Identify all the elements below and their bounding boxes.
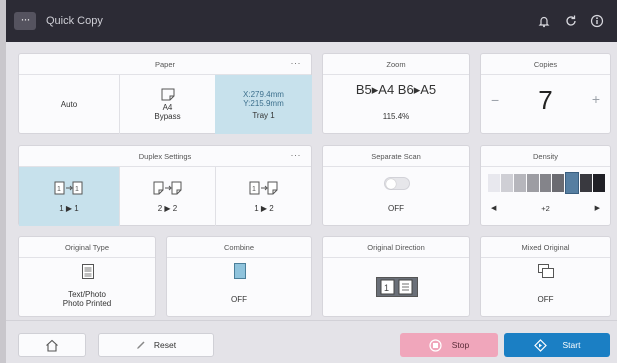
duplex-panel: Duplex Settings ··· 1 1 1 ▶ 1 2 ▶ 2 1 1 … <box>18 145 312 226</box>
density-step[interactable] <box>539 174 552 192</box>
simplex-to-simplex-icon: 1 1 <box>54 181 83 194</box>
mixed-original-title: Mixed Original <box>521 243 570 252</box>
zoom-title: Zoom <box>386 60 406 69</box>
stop-button[interactable]: Stop <box>400 333 498 357</box>
bell-icon[interactable] <box>534 11 554 31</box>
start-icon <box>533 338 547 352</box>
original-type-value: Text/Photo Photo Printed <box>19 290 155 308</box>
original-direction-title: Original Direction <box>367 243 425 252</box>
paper-more-icon[interactable]: ··· <box>291 58 302 68</box>
tray-size-x: X:279.4mm <box>243 89 284 99</box>
paper-title: Paper <box>154 60 175 69</box>
svg-text:1: 1 <box>75 186 79 193</box>
tray-label: Tray 1 <box>252 110 275 120</box>
zoom-ratio-label: B5▸A4 B6▸A5 <box>355 82 437 97</box>
reset-brush-icon <box>136 341 145 349</box>
reset-label: Reset <box>153 340 177 350</box>
duplex-option-1-1[interactable]: 1 1 1 ▶ 1 <box>19 167 119 226</box>
start-label: Start <box>562 340 581 350</box>
copy-screen: ··· Quick Copy Paper ··· Auto A4 Bypass … <box>6 0 617 363</box>
copies-panel: Copies − 7 + <box>480 53 611 134</box>
separate-scan-value: OFF <box>388 204 404 213</box>
simplex-to-duplex-icon: 1 <box>249 181 278 194</box>
stop-icon <box>429 338 442 352</box>
density-step[interactable] <box>565 172 580 194</box>
copies-count[interactable]: 7 <box>481 85 610 116</box>
combine-page-icon <box>234 263 246 284</box>
duplex-option-2-2[interactable]: 2 ▶ 2 <box>120 167 215 226</box>
original-type-line1: Text/Photo <box>68 290 106 299</box>
copies-title: Copies <box>533 60 558 69</box>
combine-value: OFF <box>231 295 247 304</box>
duplex-to-duplex-icon <box>153 181 181 194</box>
paper-auto-option[interactable]: Auto <box>19 75 119 134</box>
info-icon[interactable] <box>587 11 607 31</box>
original-type-line2: Photo Printed <box>62 299 112 308</box>
menu-button[interactable]: ··· <box>14 12 36 30</box>
density-step[interactable] <box>500 174 513 192</box>
separate-scan-title: Separate Scan <box>371 152 421 161</box>
density-step[interactable] <box>580 174 593 192</box>
mixed-original-icon <box>538 264 554 283</box>
title-bar: ··· Quick Copy <box>6 0 617 42</box>
paper-panel: Paper ··· Auto A4 Bypass X:279.4mm Y:215… <box>18 53 312 134</box>
svg-text:1: 1 <box>57 186 61 193</box>
paper-bypass-option[interactable]: A4 Bypass <box>120 75 215 134</box>
density-scale[interactable] <box>488 172 606 194</box>
duplex-option-2-2-label: 2 ▶ 2 <box>157 203 178 213</box>
toggle-knob <box>386 179 396 189</box>
density-title: Density <box>532 152 558 161</box>
separate-scan-toggle[interactable] <box>384 177 410 190</box>
refresh-icon[interactable] <box>561 11 581 31</box>
duplex-more-icon[interactable]: ··· <box>291 150 302 160</box>
mixed-original-value: OFF <box>537 295 554 304</box>
svg-text:1: 1 <box>252 186 256 193</box>
duplex-option-1-1-label: 1 ▶ 1 <box>59 203 79 213</box>
bypass-size: A4 <box>162 103 173 112</box>
combine-panel[interactable]: Combine OFF <box>166 236 312 317</box>
tray-size-y: Y:215.9mm <box>243 98 284 108</box>
separate-scan-panel[interactable]: Separate Scan OFF <box>322 145 470 226</box>
density-step[interactable] <box>526 174 539 192</box>
density-panel: Density ◀ +2 ▶ <box>480 145 611 226</box>
combine-title: Combine <box>223 243 254 252</box>
paper-auto-label: Auto <box>60 100 78 109</box>
reset-button[interactable]: Reset <box>98 333 214 357</box>
start-button[interactable]: Start <box>504 333 610 357</box>
original-type-panel[interactable]: Original Type Text/Photo Photo Printed <box>18 236 156 317</box>
svg-text:1: 1 <box>384 283 389 293</box>
density-increase-button[interactable]: ▶ <box>595 204 600 212</box>
density-step[interactable] <box>593 174 606 192</box>
text-photo-icon <box>82 264 94 284</box>
bypass-tray-icon <box>161 88 174 101</box>
original-direction-icon: 1 <box>376 277 418 302</box>
home-button[interactable] <box>18 333 86 357</box>
stop-label: Stop <box>451 340 470 350</box>
copies-increment-button[interactable]: + <box>592 91 600 107</box>
density-step[interactable] <box>488 174 500 192</box>
original-type-title: Original Type <box>64 243 110 252</box>
home-icon <box>46 339 58 352</box>
duplex-option-1-2-label: 1 ▶ 2 <box>254 203 274 213</box>
original-direction-panel[interactable]: Original Direction 1 <box>322 236 470 317</box>
duplex-option-1-2[interactable]: 1 1 ▶ 2 <box>216 167 312 226</box>
footer-bar: Reset Stop Start <box>6 320 617 363</box>
zoom-percent: 115.4% <box>382 112 410 121</box>
zoom-panel[interactable]: Zoom B5▸A4 B6▸A5 115.4% <box>322 53 470 134</box>
app-title: Quick Copy <box>46 15 103 27</box>
density-step[interactable] <box>552 174 565 192</box>
paper-tray1-option[interactable]: X:279.4mm Y:215.9mm Tray 1 <box>215 75 312 134</box>
density-step[interactable] <box>513 174 526 192</box>
duplex-title: Duplex Settings <box>138 152 192 161</box>
bypass-label: Bypass <box>154 112 181 121</box>
mixed-original-panel[interactable]: Mixed Original OFF <box>480 236 611 317</box>
density-level: +2 <box>541 204 550 213</box>
